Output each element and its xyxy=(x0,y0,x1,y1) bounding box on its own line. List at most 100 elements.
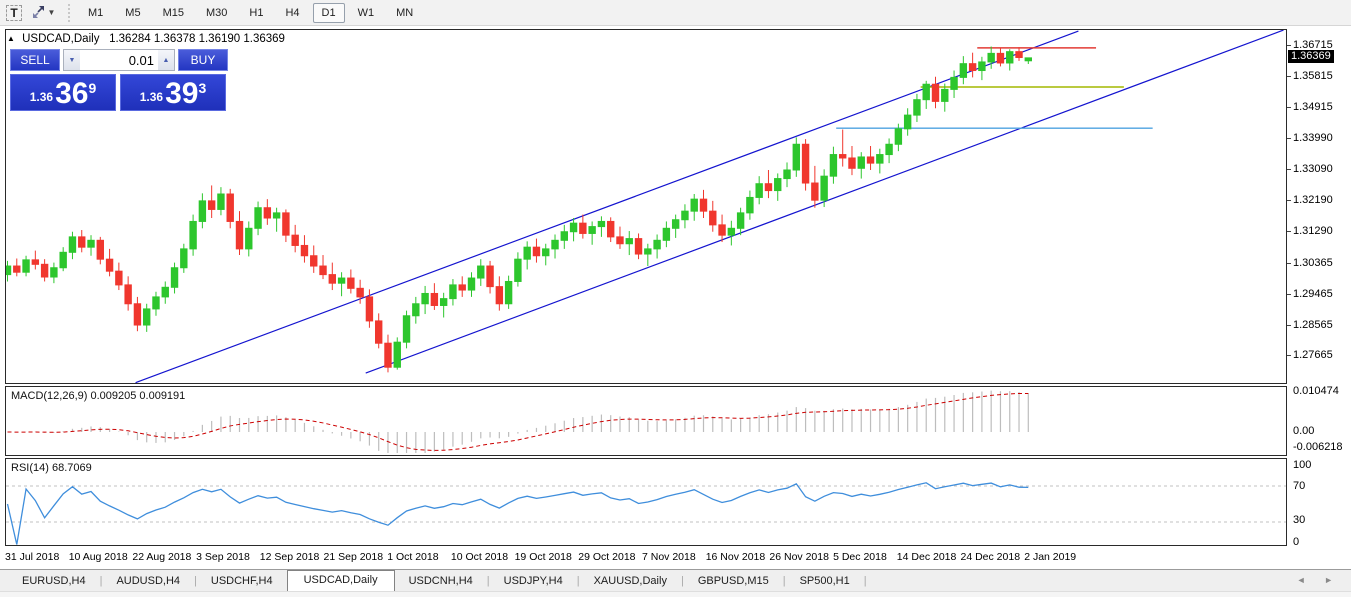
date-axis-label: 7 Nov 2018 xyxy=(642,551,696,563)
rsi-axis-label: 100 xyxy=(1293,459,1312,471)
candle xyxy=(718,224,726,236)
candle xyxy=(254,207,262,229)
candle xyxy=(50,267,58,278)
timeframe-button-m30[interactable]: M30 xyxy=(197,3,236,23)
candle xyxy=(542,248,550,257)
candle xyxy=(486,265,494,288)
candle xyxy=(811,182,819,201)
candle xyxy=(876,154,884,164)
candle xyxy=(59,251,67,269)
candle xyxy=(161,286,169,298)
timeframe-button-d1[interactable]: D1 xyxy=(312,2,345,23)
candle xyxy=(328,274,337,284)
lot-increase-button[interactable]: ▲ xyxy=(158,50,174,70)
timeframe-button-mn[interactable]: MN xyxy=(387,3,422,23)
candle xyxy=(634,238,643,255)
timeframe-button-h4[interactable]: H4 xyxy=(276,3,308,23)
price-tick xyxy=(1287,169,1291,171)
rsi-axis-label: 70 xyxy=(1293,480,1306,492)
sell-price-pipette: 9 xyxy=(88,80,97,96)
candle xyxy=(801,143,810,184)
candle xyxy=(746,196,754,214)
chart-tab-usdchf[interactable]: USDCHF,H4 xyxy=(197,572,287,591)
current-price-badge: 1.36369 xyxy=(1288,49,1334,63)
price-axis-label: 1.33990 xyxy=(1293,132,1333,145)
price-axis-label: 1.31290 xyxy=(1293,225,1333,238)
chart-tab-sp500[interactable]: SP500,H1 xyxy=(786,572,864,591)
rsi-panel[interactable]: RSI(14) 68.7069 xyxy=(5,458,1287,546)
candle xyxy=(96,239,104,260)
price-axis-label: 1.33090 xyxy=(1293,163,1333,176)
date-axis-label: 3 Sep 2018 xyxy=(196,551,250,563)
candle xyxy=(504,280,513,305)
candle xyxy=(356,287,364,298)
buy-price-big: 39 xyxy=(165,77,199,110)
candle xyxy=(829,154,838,177)
candle xyxy=(699,198,708,212)
chart-tab-gbpusd[interactable]: GBPUSD,M15 xyxy=(684,572,783,591)
candle xyxy=(458,284,466,291)
price-axis-label: 1.34915 xyxy=(1293,100,1333,113)
buy-button[interactable]: BUY xyxy=(178,49,228,71)
macd-signal-line xyxy=(7,392,1029,451)
candle xyxy=(662,227,671,241)
candle xyxy=(115,270,123,286)
arrows-tool-button[interactable]: ▼ xyxy=(28,3,58,23)
candle xyxy=(588,226,596,234)
price-axis-label: 1.32190 xyxy=(1293,194,1333,207)
chart-tab-audusd[interactable]: AUDUSD,H4 xyxy=(102,572,194,591)
buy-price-display[interactable]: 1.36 39 3 xyxy=(120,74,226,111)
timeframe-button-m5[interactable]: M5 xyxy=(116,3,149,23)
candle xyxy=(384,342,392,368)
timeframe-button-h1[interactable]: H1 xyxy=(240,3,272,23)
date-axis-label: 2 Jan 2019 xyxy=(1024,551,1077,563)
date-axis-label: 14 Dec 2018 xyxy=(896,551,957,563)
chart-tab-usdcad[interactable]: USDCAD,Daily xyxy=(286,570,395,591)
date-axis[interactable]: 31 Jul 2018 10 Aug 2018 22 Aug 2018 3 Sep 2… xyxy=(5,549,1287,569)
price-tick xyxy=(1287,262,1291,264)
candle xyxy=(40,263,49,278)
tab-scroll-arrows[interactable]: ◄ ► xyxy=(1297,575,1341,585)
candle xyxy=(709,210,717,226)
lot-size-input[interactable] xyxy=(80,50,158,70)
chart-tab-usdcnh[interactable]: USDCNH,H4 xyxy=(395,572,487,591)
candle xyxy=(1006,51,1014,64)
candle xyxy=(764,183,773,192)
candle xyxy=(885,143,893,156)
price-axis[interactable]: 1.36715 1.35815 1.34915 1.33990 1.33090 1.321… xyxy=(1287,29,1351,548)
sell-button[interactable]: SELL xyxy=(10,49,60,71)
price-tick xyxy=(1287,75,1291,77)
candle xyxy=(198,200,207,222)
candle xyxy=(690,198,698,212)
tab-separator: | xyxy=(863,575,867,587)
timeframe-button-m1[interactable]: M1 xyxy=(79,3,112,23)
price-axis-label: 1.30365 xyxy=(1293,256,1333,269)
chart-tab-xauusd[interactable]: XAUUSD,Daily xyxy=(580,572,681,591)
candle xyxy=(950,76,958,90)
candle xyxy=(189,220,197,250)
candle xyxy=(477,265,485,279)
candle xyxy=(681,210,689,221)
price-axis-label: 1.29465 xyxy=(1293,287,1333,300)
timeframe-button-w1[interactable]: W1 xyxy=(349,3,384,23)
macd-label: MACD(12,26,9) 0.009205 0.009191 xyxy=(11,390,186,402)
date-axis-label: 10 Aug 2018 xyxy=(68,551,128,563)
candle xyxy=(87,239,95,248)
chart-tab-usdjpy[interactable]: USDJPY,H4 xyxy=(490,572,577,591)
candle xyxy=(579,222,587,234)
timeframe-button-m15[interactable]: M15 xyxy=(154,3,193,23)
chart-ohlc-values: 1.36284 1.36378 1.36190 1.36369 xyxy=(109,33,285,45)
sell-price-display[interactable]: 1.36 36 9 xyxy=(10,74,116,111)
candle xyxy=(375,320,383,344)
rsi-label: RSI(14) 68.7069 xyxy=(11,462,92,474)
lot-decrease-button[interactable]: ▼ xyxy=(64,50,80,70)
price-tick xyxy=(1287,231,1291,233)
candle xyxy=(124,284,132,305)
candle xyxy=(839,154,847,159)
macd-panel[interactable]: MACD(12,26,9) 0.009205 0.009191 xyxy=(5,386,1287,456)
date-axis-label: 12 Sep 2018 xyxy=(259,551,320,563)
chart-tab-eurusd[interactable]: EURUSD,H4 xyxy=(8,572,100,591)
subwindow-expand-icon[interactable]: ▲ xyxy=(7,34,15,43)
text-tool-button[interactable]: T xyxy=(4,3,24,23)
date-axis-label: 5 Dec 2018 xyxy=(833,551,887,563)
